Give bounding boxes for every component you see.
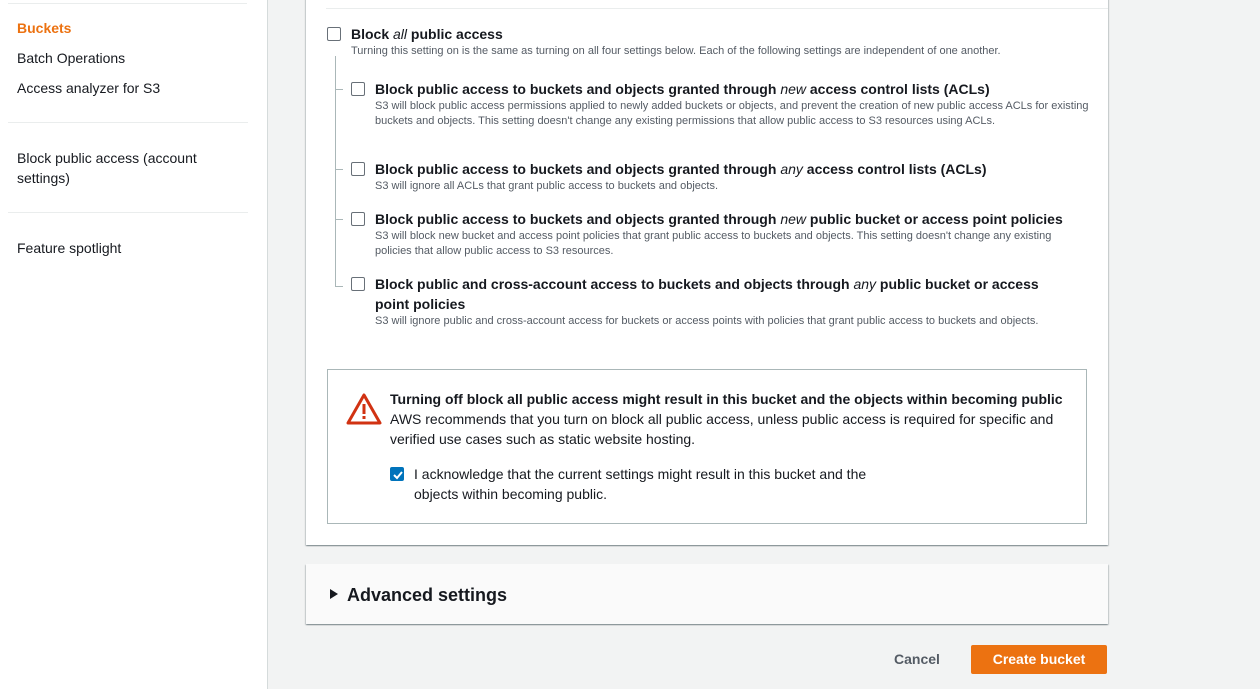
sidebar: Buckets Batch Operations Access analyzer… [0, 0, 268, 689]
tree-branch [335, 89, 343, 90]
warning-icon [346, 393, 382, 425]
option-title-emphasis: new [780, 81, 806, 97]
cancel-button[interactable]: Cancel [880, 645, 954, 673]
sidebar-divider [8, 212, 248, 213]
tree-branch [335, 169, 343, 170]
tree-branch [335, 286, 343, 287]
advanced-settings-label[interactable]: Advanced settings [347, 583, 507, 607]
sidebar-top-divider [8, 3, 247, 4]
create-bucket-button[interactable]: Create bucket [971, 645, 1107, 674]
sidebar-item-buckets[interactable]: Buckets [17, 18, 71, 38]
sidebar-divider [8, 122, 248, 123]
check-icon [393, 471, 403, 480]
option-new-acls-description: S3 will block public access permissions … [375, 100, 1089, 127]
option-any-policies-description: S3 will ignore public and cross-account … [375, 315, 1039, 327]
option-new-policies-description: S3 will block new bucket and access poin… [375, 230, 1052, 257]
block-all-title: Block all public access [351, 24, 503, 44]
warning-title: Turning off block all public access migh… [390, 391, 1063, 407]
option-any-acls-title: Block public access to buckets and objec… [375, 159, 1090, 179]
block-all-description: Turning this setting on is the same as t… [351, 45, 1001, 57]
option-any-acls-description: S3 will ignore all ACLs that grant publi… [375, 180, 719, 192]
option-any-acls-checkbox[interactable] [351, 162, 365, 176]
caret-right-icon[interactable] [330, 589, 338, 599]
option-title-prefix: Block public access to buckets and objec… [375, 81, 781, 97]
option-title-suffix: access control lists (ACLs) [802, 161, 987, 177]
option-new-acls-title: Block public access to buckets and objec… [375, 79, 1090, 99]
option-any-policies-checkbox[interactable] [351, 277, 365, 291]
option-any-policies-title: Block public and cross-account access to… [375, 274, 1075, 314]
block-all-title-emphasis: all [393, 26, 408, 42]
option-new-policies-checkbox[interactable] [351, 212, 365, 226]
tree-line [335, 56, 336, 286]
option-new-policies-title: Block public access to buckets and objec… [375, 209, 1090, 229]
panel-top-divider [326, 8, 1108, 9]
option-title-prefix: Block public access to buckets and objec… [375, 211, 781, 227]
option-title-emphasis: new [780, 211, 806, 227]
warning-body: AWS recommends that you turn on block al… [390, 411, 1054, 447]
block-all-title-suffix: public access [407, 26, 503, 42]
tree-branch [335, 219, 343, 220]
option-title-emphasis: any [853, 276, 877, 292]
option-title-suffix: public bucket or access point policies [806, 211, 1063, 227]
option-title-suffix: access control lists (ACLs) [806, 81, 990, 97]
sidebar-item-feature-spotlight[interactable]: Feature spotlight [17, 238, 121, 258]
option-title-emphasis: any [780, 161, 803, 177]
block-all-title-prefix: Block [351, 26, 394, 42]
option-title-prefix: Block public and cross-account access to… [375, 276, 854, 292]
option-title-prefix: Block public access to buckets and objec… [375, 161, 781, 177]
sidebar-item-batch-operations[interactable]: Batch Operations [17, 48, 125, 68]
sidebar-item-access-analyzer[interactable]: Access analyzer for S3 [17, 78, 160, 98]
block-all-checkbox[interactable] [327, 27, 341, 41]
acknowledge-checkbox[interactable] [390, 467, 404, 481]
acknowledge-label[interactable]: I acknowledge that the current settings … [414, 464, 894, 504]
sidebar-item-block-public-access[interactable]: Block public access (account settings) [17, 148, 217, 188]
option-new-acls-checkbox[interactable] [351, 82, 365, 96]
